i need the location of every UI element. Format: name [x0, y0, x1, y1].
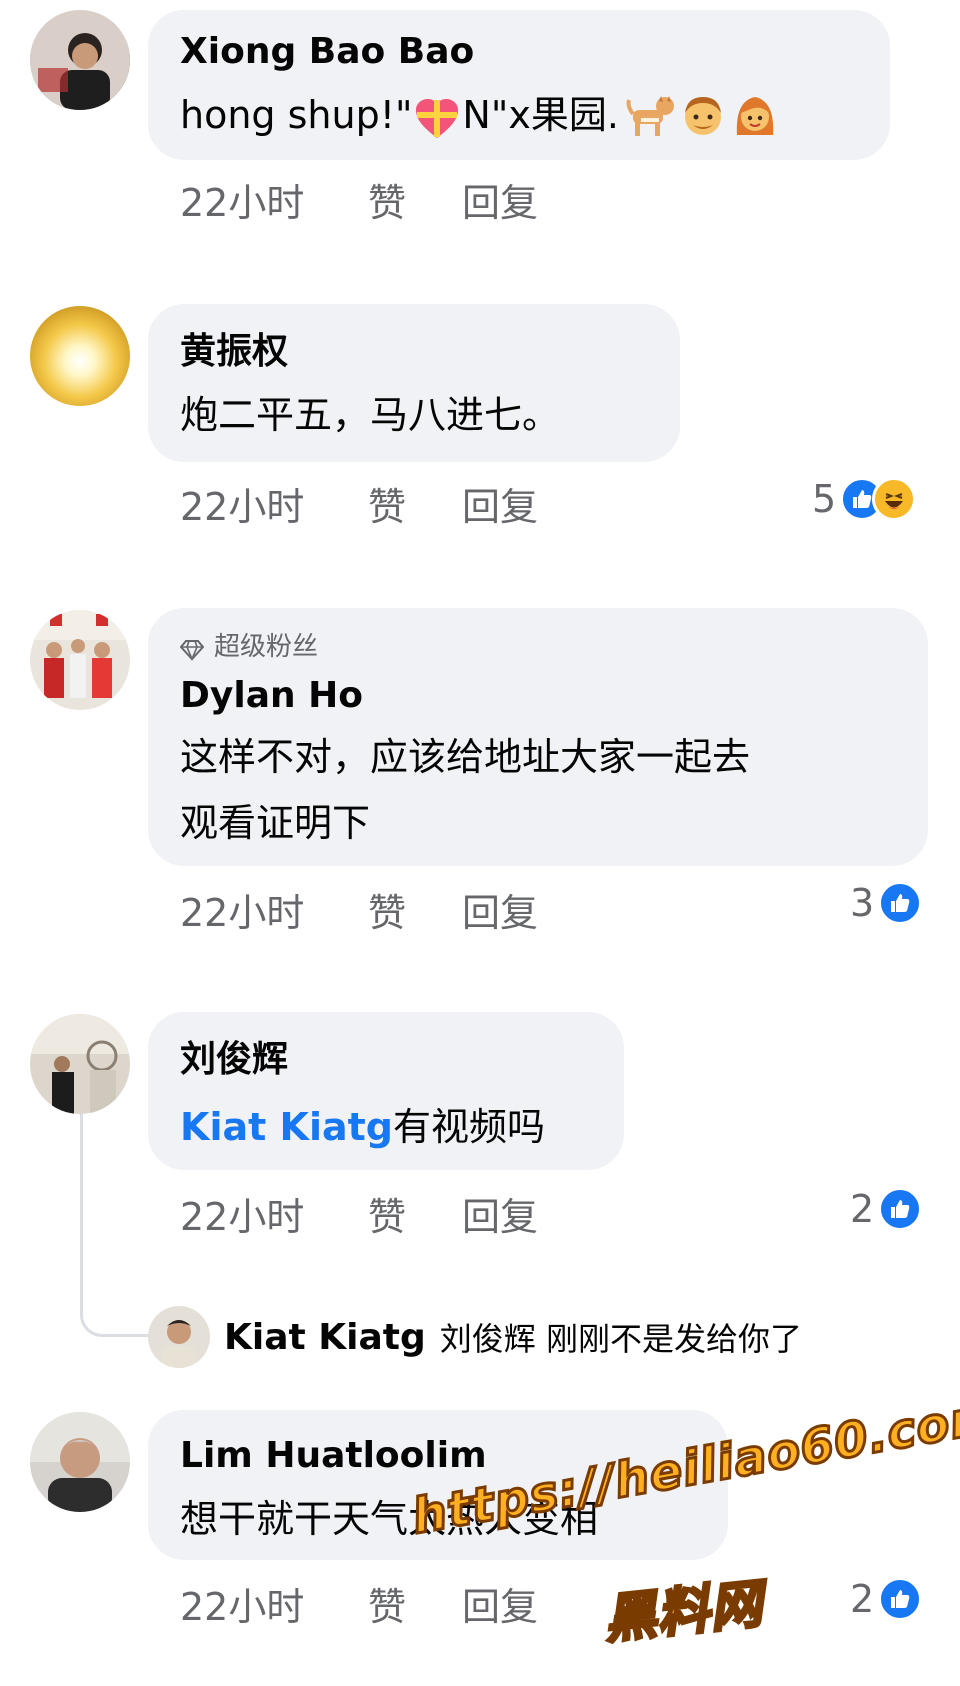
reaction-summary[interactable]: 5: [812, 476, 917, 522]
comment-author[interactable]: 黄振权: [180, 330, 288, 374]
reaction-summary[interactable]: 3: [850, 880, 923, 926]
reply-button[interactable]: 回复: [462, 1584, 538, 1630]
mention-link[interactable]: Kiat Kiatg: [180, 1105, 393, 1149]
gift-heart-icon: [414, 94, 460, 138]
reaction-count: 2: [850, 1577, 875, 1621]
comment-bubble: 刘俊辉 Kiat Kiatg有视频吗: [148, 1012, 624, 1170]
comment-text-part: 有视频吗: [393, 1105, 546, 1149]
reply-button[interactable]: 回复: [462, 1194, 538, 1240]
reply-author[interactable]: Kiat Kiatg: [224, 1317, 426, 1358]
comment-bubble: Xiong Bao Bao hong shup!" N"x果园.: [148, 10, 890, 160]
like-button[interactable]: 赞: [368, 890, 406, 936]
reaction-summary[interactable]: 2: [850, 1186, 923, 1232]
comment-author[interactable]: Xiong Bao Bao: [180, 30, 474, 74]
comment-text: hong shup!" N"x果园.: [180, 82, 779, 148]
like-button[interactable]: 赞: [368, 180, 406, 226]
like-icon: [878, 1187, 923, 1231]
top-fan-badge: 超级粉丝: [179, 630, 319, 664]
comment-text: 炮二平五，马八进七。: [180, 393, 561, 437]
comment-timestamp[interactable]: 22小时: [180, 1584, 304, 1630]
comment-timestamp[interactable]: 22小时: [180, 180, 304, 226]
comment-text: Kiat Kiatg有视频吗: [180, 1094, 545, 1160]
watermark-title: 黑料网: [600, 1573, 767, 1652]
reaction-count: 3: [850, 881, 875, 925]
comment-author[interactable]: 刘俊辉: [180, 1038, 288, 1082]
like-button[interactable]: 赞: [368, 1584, 406, 1630]
comment-bubble: 黄振权 炮二平五，马八进七。: [148, 304, 680, 462]
reply-button[interactable]: 回复: [462, 180, 538, 226]
reply-button[interactable]: 回复: [462, 484, 538, 530]
reply-thread-line: [80, 1114, 151, 1337]
comment-timestamp[interactable]: 22小时: [180, 1194, 304, 1240]
comment-text-part: hong shup!": [180, 93, 413, 137]
avatar[interactable]: [30, 610, 130, 710]
comment-bubble: 超级粉丝 Dylan Ho 这样不对，应该给地址大家一起去 观看证明下: [148, 608, 928, 866]
badge-label: 超级粉丝: [214, 632, 319, 662]
like-icon: [878, 1577, 923, 1621]
reaction-count: 5: [812, 477, 837, 521]
comment-text-line: 观看证明下: [180, 801, 371, 845]
woman-icon: [731, 91, 779, 139]
reaction-count: 2: [850, 1187, 875, 1231]
haha-icon: [872, 477, 917, 521]
avatar[interactable]: [30, 1412, 130, 1512]
avatar[interactable]: [148, 1306, 210, 1368]
man-icon: [679, 91, 727, 139]
avatar[interactable]: [30, 306, 130, 406]
reaction-summary[interactable]: 2: [850, 1576, 923, 1622]
diamond-icon: [179, 636, 205, 662]
reply-button[interactable]: 回复: [462, 890, 538, 936]
comment-text-line: 这样不对，应该给地址大家一起去: [180, 735, 751, 779]
like-icon: [878, 881, 923, 925]
comment-author[interactable]: Lim Huatloolim: [180, 1434, 487, 1478]
reply-preview[interactable]: Kiat Kiatg 刘俊辉 刚刚不是发给你了: [148, 1306, 802, 1368]
reply-text: 刘俊辉 刚刚不是发给你了: [439, 1320, 802, 1358]
like-button[interactable]: 赞: [368, 1194, 406, 1240]
comment-text-part: N"x果园.: [462, 93, 619, 137]
avatar[interactable]: [30, 1014, 130, 1114]
comment-timestamp[interactable]: 22小时: [180, 484, 304, 530]
like-button[interactable]: 赞: [368, 484, 406, 530]
dog-icon: [625, 92, 675, 138]
comment-timestamp[interactable]: 22小时: [180, 890, 304, 936]
comment-author[interactable]: Dylan Ho: [180, 674, 363, 718]
avatar[interactable]: [30, 10, 130, 110]
